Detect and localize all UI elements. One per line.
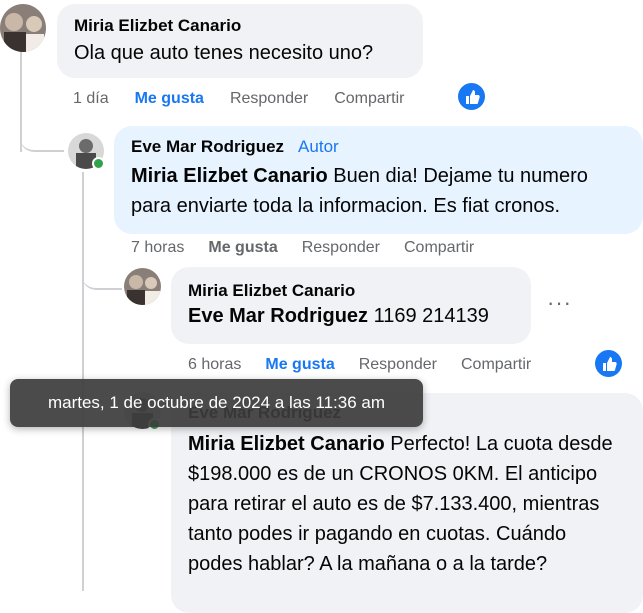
like-button[interactable]: Me gusta (265, 356, 334, 374)
comment-timestamp[interactable]: 6 horas (188, 356, 241, 374)
thread-connector-1 (20, 120, 64, 152)
comment-actions: 7 horas Me gusta Responder Compartir (131, 239, 494, 257)
comment-text: Ola que auto tenes necesito uno? (74, 42, 374, 64)
comment-timestamp[interactable]: 7 horas (131, 239, 184, 257)
comment-text: Miria Elizbet Canario Perfecto! La cuota… (188, 429, 626, 579)
share-button[interactable]: Compartir (334, 90, 404, 108)
comment-actions: 1 día Me gusta Responder Compartir (73, 90, 424, 108)
reply-button[interactable]: Responder (359, 356, 437, 374)
author-badge: Autor (298, 137, 339, 156)
comment-author[interactable]: Miria Elizbet Canario (74, 16, 406, 36)
comment-timestamp[interactable]: 1 día (73, 90, 109, 108)
comment-bubble: Miria Elizbet Canario Ola que auto tenes… (57, 4, 423, 78)
avatar[interactable] (0, 4, 46, 52)
avatar[interactable] (124, 268, 161, 305)
comment-bubble: Miria Elizbet Canario Eve Mar Rodriguez … (171, 267, 531, 344)
comment-actions: 6 horas Me gusta Responder Compartir (188, 356, 551, 374)
comment-text: Miria Elizbet Canario Buen dia! Dejame t… (131, 161, 626, 221)
more-options-icon[interactable]: ··· (547, 290, 572, 316)
comment-body: 1169 214139 (368, 305, 489, 327)
mention-link[interactable]: Miria Elizbet Canario (188, 433, 385, 455)
online-status-icon (92, 157, 105, 170)
like-button[interactable]: Me gusta (135, 90, 204, 108)
timestamp-tooltip: martes, 1 de octubre de 2024 a las 11:36… (10, 379, 423, 427)
mention-link[interactable]: Eve Mar Rodriguez (188, 305, 368, 327)
like-thumb-icon (458, 83, 485, 110)
like-thumb-icon (595, 350, 622, 377)
reply-button[interactable]: Responder (302, 239, 380, 257)
thread-connector-2 (82, 260, 122, 290)
share-button[interactable]: Compartir (461, 356, 531, 374)
share-button[interactable]: Compartir (404, 239, 474, 257)
reply-button[interactable]: Responder (230, 90, 308, 108)
comment-bubble: Eve Mar Rodriguez Autor Miria Elizbet Can… (114, 126, 643, 234)
like-button[interactable]: Me gusta (208, 239, 277, 257)
comment-text: Eve Mar Rodriguez 1169 214139 (188, 301, 514, 331)
mention-link[interactable]: Miria Elizbet Canario (131, 165, 328, 187)
comment-author[interactable]: Eve Mar Rodriguez (131, 137, 284, 156)
comment-author[interactable]: Miria Elizbet Canario (188, 281, 514, 301)
